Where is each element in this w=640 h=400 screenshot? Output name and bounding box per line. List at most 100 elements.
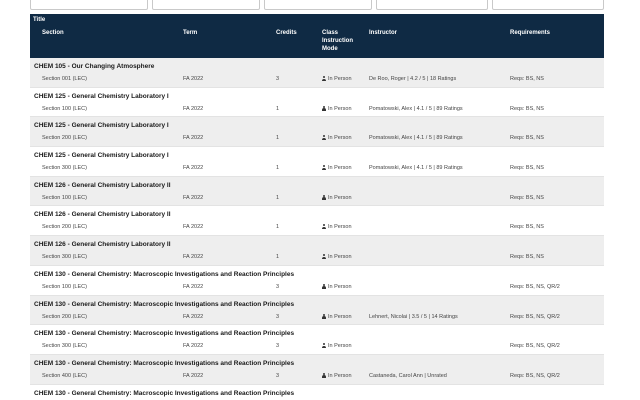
header-instruction-mode[interactable]: Class Instruction Mode <box>322 29 362 53</box>
credits-cell: 1 <box>276 224 280 231</box>
course-title[interactable]: CHEM 130 - General Chemistry: Macroscopi… <box>34 330 294 337</box>
instructor-cell[interactable]: De Roo, Roger | 4.2 / 5 | 18 Ratings <box>369 76 456 82</box>
instructor-cell[interactable]: Pomatowski, Alex | 4.1 / 5 | 89 Ratings <box>369 106 463 112</box>
mode-label: In Person <box>328 165 352 172</box>
table-row[interactable]: CHEM 126 - General Chemistry Laboratory … <box>30 236 604 266</box>
section-cell: Section 001 (LEC) <box>42 76 87 82</box>
credits-cell: 3 <box>276 76 280 82</box>
credits-cell: 1 <box>276 165 280 172</box>
table-row[interactable]: CHEM 130 - General Chemistry: Macroscopi… <box>30 265 604 296</box>
section-cell: Section 300 (LEC) <box>42 343 87 350</box>
person-icon <box>322 165 326 171</box>
table-row[interactable]: CHEM 126 - General Chemistry Laboratory … <box>30 206 604 237</box>
term-cell: FA 2022 <box>183 372 204 379</box>
course-title[interactable]: CHEM 105 - Our Changing Atmosphere <box>34 63 154 70</box>
person-icon <box>322 283 326 289</box>
table-row[interactable]: CHEM 126 - General Chemistry Laboratory … <box>30 176 604 207</box>
header-term[interactable]: Term <box>183 29 197 37</box>
credits-cell: 1 <box>276 105 280 112</box>
term-cell: FA 2022 <box>183 105 204 112</box>
course-title[interactable]: CHEM 125 - General Chemistry Laboratory … <box>34 152 169 159</box>
person-icon <box>322 224 326 230</box>
mode-cell: In Person <box>322 194 352 201</box>
course-title[interactable]: CHEM 125 - General Chemistry Laboratory … <box>34 122 169 129</box>
requirements-cell: Reqs: BS, NS, QR/2 <box>510 343 560 350</box>
table-row[interactable]: CHEM 130 - General Chemistry: Macroscopi… <box>30 295 604 326</box>
filter-box-1[interactable] <box>30 0 148 10</box>
requirements-cell: Reqs: BS, NS <box>510 194 544 201</box>
person-icon <box>322 313 326 319</box>
header-section[interactable]: Section <box>42 29 64 37</box>
course-title[interactable]: CHEM 130 - General Chemistry: Macroscopi… <box>34 390 294 397</box>
requirements-cell: Reqs: BS, NS, QR/2 <box>510 372 560 379</box>
mode-cell: In Person <box>322 283 352 290</box>
term-cell: FA 2022 <box>183 343 204 350</box>
credits-cell: 1 <box>276 194 280 201</box>
page-margin-right <box>610 0 640 400</box>
course-title[interactable]: CHEM 126 - General Chemistry Laboratory … <box>34 182 171 189</box>
credits-cell: 1 <box>276 135 280 142</box>
requirements-cell: Reqs: BS, NS <box>510 135 544 142</box>
filter-box-2[interactable] <box>152 0 260 10</box>
person-icon <box>322 343 326 349</box>
table-row[interactable]: CHEM 125 - General Chemistry Laboratory … <box>30 117 604 148</box>
table-row[interactable]: CHEM 130 - General Chemistry: Macroscopi… <box>30 354 604 385</box>
credits-cell: 1 <box>276 254 280 261</box>
instructor-cell[interactable]: Pomatowski, Alex | 4.1 / 5 | 89 Ratings <box>369 135 463 141</box>
person-icon <box>322 105 326 111</box>
requirements-cell: Reqs: BS, NS <box>510 224 544 231</box>
table-row[interactable]: CHEM 125 - General Chemistry Laboratory … <box>30 87 604 118</box>
section-cell: Section 200 (LEC) <box>42 224 87 231</box>
section-cell: Section 300 (LEC) <box>42 254 87 261</box>
mode-label: In Person <box>328 105 352 112</box>
filter-box-4[interactable] <box>376 0 488 10</box>
term-cell: FA 2022 <box>183 224 204 231</box>
person-icon <box>322 254 326 260</box>
course-title[interactable]: CHEM 130 - General Chemistry: Macroscopi… <box>34 271 294 278</box>
header-instructor[interactable]: Instructor <box>369 29 397 37</box>
instructor-cell[interactable]: Pomatowski, Alex | 4.1 / 5 | 89 Ratings <box>369 165 463 171</box>
course-title[interactable]: CHEM 130 - General Chemistry: Macroscopi… <box>34 301 294 308</box>
mode-cell: In Person <box>322 313 352 320</box>
table-row[interactable]: CHEM 125 - General Chemistry Laboratory … <box>30 147 604 177</box>
person-icon <box>322 372 326 378</box>
course-title[interactable]: CHEM 126 - General Chemistry Laboratory … <box>34 241 171 248</box>
mode-label: In Person <box>328 76 352 82</box>
mode-label: In Person <box>328 135 352 142</box>
header-credits[interactable]: Credits <box>276 29 297 37</box>
course-title[interactable]: CHEM 126 - General Chemistry Laboratory … <box>34 211 171 218</box>
requirements-cell: Reqs: BS, NS <box>510 254 544 261</box>
filter-box-3[interactable] <box>264 0 372 10</box>
instructor-cell[interactable]: Castaneda, Carol Ann | Unrated <box>369 373 447 379</box>
person-icon <box>322 76 326 81</box>
mode-label: In Person <box>328 224 352 231</box>
header-requirements[interactable]: Requirements <box>510 29 550 37</box>
section-cell: Section 100 (LEC) <box>42 283 87 290</box>
mode-label: In Person <box>328 313 352 320</box>
credits-cell: 3 <box>276 313 280 320</box>
table-row[interactable]: CHEM 105 - Our Changing Atmosphere Secti… <box>30 58 604 88</box>
course-title[interactable]: CHEM 125 - General Chemistry Laboratory … <box>34 93 169 100</box>
header-title[interactable]: Title <box>33 17 45 23</box>
table-row[interactable]: CHEM 130 - General Chemistry: Macroscopi… <box>30 325 604 355</box>
term-cell: FA 2022 <box>183 194 204 201</box>
filter-box-5[interactable] <box>492 0 604 10</box>
mode-cell: In Person <box>322 372 352 379</box>
mode-label: In Person <box>328 194 352 201</box>
section-cell: Section 100 (LEC) <box>42 105 87 112</box>
instructor-cell[interactable]: Lehnert, Nicolai | 3.5 / 5 | 14 Ratings <box>369 314 458 320</box>
mode-label: In Person <box>328 343 352 350</box>
mode-cell: In Person <box>322 343 352 349</box>
mode-cell: In Person <box>322 135 352 141</box>
term-cell: FA 2022 <box>183 313 204 320</box>
requirements-cell: Reqs: BS, NS, QR/2 <box>510 313 560 320</box>
term-cell: FA 2022 <box>183 135 204 142</box>
term-cell: FA 2022 <box>183 76 204 82</box>
person-icon <box>322 135 326 141</box>
course-title[interactable]: CHEM 130 - General Chemistry: Macroscopi… <box>34 360 294 367</box>
table-row[interactable]: CHEM 130 - General Chemistry: Macroscopi… <box>30 384 604 400</box>
mode-cell: In Person <box>322 165 352 171</box>
credits-cell: 3 <box>276 283 280 290</box>
section-cell: Section 200 (LEC) <box>42 313 87 320</box>
requirements-cell: Reqs: BS, NS <box>510 76 544 82</box>
